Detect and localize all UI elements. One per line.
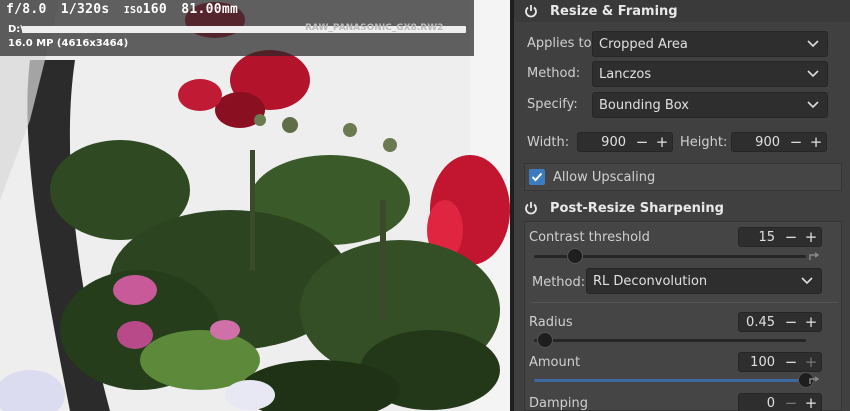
reset-icon[interactable] [808,376,820,386]
damping-label: Damping [529,396,588,411]
resize-title: Resize & Framing [550,3,678,19]
focal-length: 81.00mm [181,2,239,17]
amount-value[interactable]: 100 [739,355,781,370]
megapixels: 16.0 MP (4616x3464) [8,38,129,49]
width-value[interactable]: 900 [578,135,632,150]
damping-increment-button[interactable]: + [801,394,821,411]
chevron-down-icon [807,101,819,109]
height-value[interactable]: 900 [732,135,786,150]
applies-to-label: Applies to: [527,36,596,51]
chevron-down-icon [807,70,819,78]
allow-upscaling-row[interactable]: Allow Upscaling [524,163,842,191]
amount-label: Amount [529,355,581,370]
exif-info: f/8.0 1/320s ISO160 81.00mm [6,2,238,17]
contrast-increment-button[interactable]: + [801,228,821,246]
height-label: Height: [680,135,728,150]
iso-label: ISO [123,5,143,16]
aperture: f/8.0 [6,2,47,17]
iso-value: 160 [142,2,168,17]
flower-photo [0,0,510,411]
allow-upscaling-label: Allow Upscaling [553,169,656,185]
reset-icon[interactable] [808,252,820,262]
damping-decrement-button[interactable]: − [781,394,801,411]
height-spinner[interactable]: 900 − + [731,132,827,152]
damping-spinner[interactable]: 0 − + [738,393,822,411]
amount-increment-button[interactable]: + [801,353,821,371]
sharpen-method-select[interactable]: RL Deconvolution [586,268,822,294]
radius-spinner[interactable]: 0.45 − + [738,312,822,332]
width-decrement-button[interactable]: − [632,133,652,151]
damping-value[interactable]: 0 [739,396,781,411]
width-spinner[interactable]: 900 − + [577,132,673,152]
image-preview[interactable]: f/8.0 1/320s ISO160 81.00mm D:\ RAW_PANA… [0,0,510,411]
method-label: Method: [527,66,581,81]
checkmark-icon [531,172,543,182]
radius-decrement-button[interactable]: − [781,313,801,331]
applies-to-select[interactable]: Cropped Area [592,31,828,57]
contrast-threshold-spinner[interactable]: 15 − + [738,227,822,247]
height-increment-button[interactable]: + [806,133,826,151]
specify-value: Bounding Box [599,97,690,113]
contrast-threshold-value[interactable]: 15 [739,230,781,245]
radius-label: Radius [529,315,573,330]
width-increment-button[interactable]: + [652,133,672,151]
resize-header[interactable]: Resize & Framing [514,0,850,22]
chevron-down-icon [807,40,819,48]
radius-slider-handle[interactable] [536,332,553,348]
power-icon[interactable] [524,201,538,215]
chevron-down-icon [801,277,813,285]
specify-select[interactable]: Bounding Box [592,92,828,118]
contrast-threshold-slider-handle[interactable] [566,248,583,264]
sharpen-method-label: Method: [532,275,586,290]
height-decrement-button[interactable]: − [786,133,806,151]
contrast-decrement-button[interactable]: − [781,228,801,246]
shutter-speed: 1/320s [60,2,110,17]
amount-decrement-button[interactable]: − [781,353,801,371]
sharpening-title: Post-Resize Sharpening [550,200,724,216]
method-value: Lanczos [599,66,652,82]
contrast-threshold-label: Contrast threshold [529,230,650,245]
filename: RAW_PANASONIC_GX8.RW2 [305,23,444,33]
allow-upscaling-checkbox[interactable] [529,169,545,185]
separator [532,302,838,303]
radius-value[interactable]: 0.45 [739,315,781,330]
specify-label: Specify: [527,97,578,112]
radius-slider[interactable] [534,339,806,342]
amount-spinner[interactable]: 100 − + [738,352,822,372]
width-label: Width: [527,135,570,150]
applies-to-value: Cropped Area [599,36,688,52]
tool-panel: Resize & Framing Applies to: Cropped Are… [514,0,850,411]
method-select[interactable]: Lanczos [592,61,828,87]
sharpen-method-value: RL Deconvolution [593,273,708,289]
radius-increment-button[interactable]: + [801,313,821,331]
power-icon[interactable] [524,4,538,18]
amount-slider-fill [534,379,806,382]
sharpening-header[interactable]: Post-Resize Sharpening [514,197,850,219]
